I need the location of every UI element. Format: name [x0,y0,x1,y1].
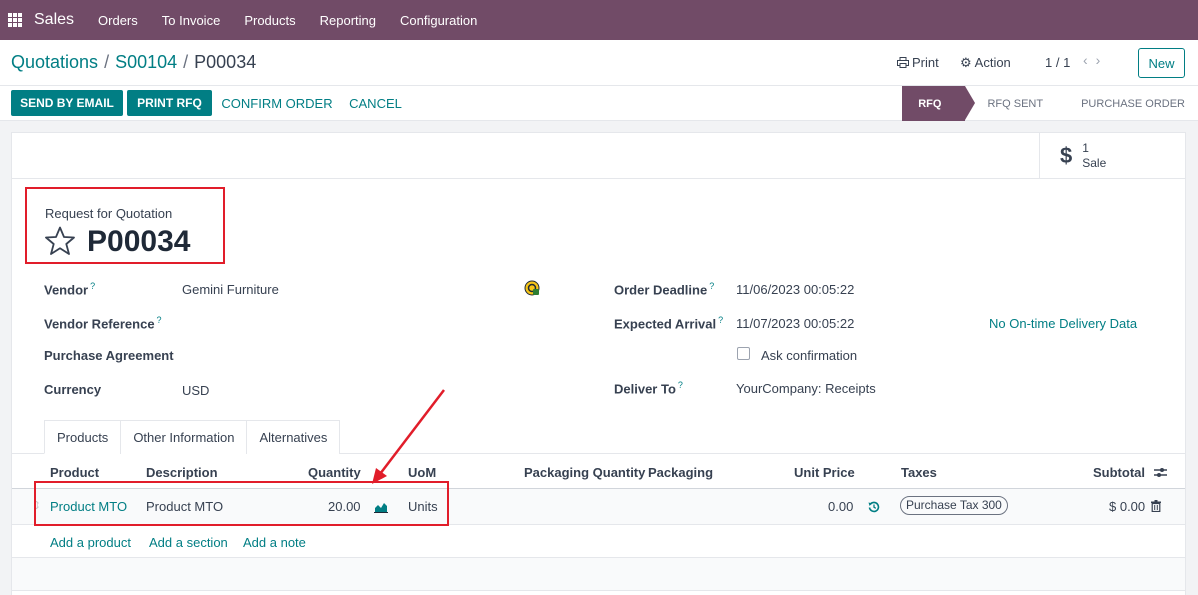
menu-reporting[interactable]: Reporting [320,13,376,28]
sale-label: Sale [1082,156,1107,170]
tab-other-information[interactable]: Other Information [120,420,248,454]
document-type-label: Request for Quotation [45,206,173,221]
apps-grid-icon[interactable] [8,13,22,27]
help-icon[interactable]: ? [90,281,95,291]
on-time-delivery-link[interactable]: No On-time Delivery Data [989,316,1137,331]
stage-purchase-order[interactable]: PURCHASE ORDER [1061,86,1198,121]
order-deadline-label: Order Deadline? [614,281,715,298]
action-label: Action [974,55,1011,70]
print-label: Print [912,55,939,70]
menu-orders[interactable]: Orders [98,13,138,28]
confirm-order-button[interactable]: CONFIRM ORDER [216,90,338,116]
vendor-warning-icon[interactable] [524,280,540,296]
menu-to-invoice[interactable]: To Invoice [162,13,221,28]
help-icon[interactable]: ? [157,315,162,325]
help-icon[interactable]: ? [678,380,683,390]
stage-rfq[interactable]: RFQ [902,86,976,121]
smart-button-box: $ 1 Sale [12,133,1185,179]
dollar-icon: $ [1060,143,1073,168]
column-description[interactable]: Description [146,465,218,480]
column-subtotal[interactable]: Subtotal [1093,465,1145,480]
print-rfq-button[interactable]: PRINT RFQ [127,90,212,116]
add-section-link[interactable]: Add a section [149,535,228,550]
chevron-right-icon[interactable]: › [1096,52,1109,68]
pager-arrows: ‹› [1083,52,1108,68]
column-product[interactable]: Product [50,465,99,480]
status-bar: SEND BY EMAIL PRINT RFQ CONFIRM ORDER CA… [0,86,1198,121]
breadcrumb-quotations[interactable]: Quotations [11,52,98,72]
row-subtotal: $ 0.00 [1109,499,1146,514]
expected-arrival-label: Expected Arrival? [614,315,724,332]
printer-icon [897,57,909,68]
row-highlight-box [34,481,449,526]
column-packaging-quantity[interactable]: Packaging Quantity [524,465,645,480]
trash-icon[interactable] [1151,500,1161,512]
currency-field[interactable]: USD [182,383,209,398]
tax-tag[interactable]: Purchase Tax 300 [900,496,1008,515]
send-by-email-button[interactable]: SEND BY EMAIL [11,90,123,116]
column-settings-icon[interactable] [1154,466,1167,479]
action-button[interactable]: ⚙ Action [960,55,1011,71]
breadcrumb-current: P00034 [194,52,257,72]
expected-arrival-field[interactable]: 11/07/2023 00:05:22 [736,316,854,331]
chevron-left-icon[interactable]: ‹ [1083,52,1096,68]
form-sheet: $ 1 Sale Request for Quotation P00034 Ve… [11,132,1186,595]
deliver-to-label: Deliver To? [614,380,683,397]
stage-bar: RFQ RFQ SENT PURCHASE ORDER [902,86,1198,121]
app-brand[interactable]: Sales [34,11,74,29]
print-button[interactable]: Print [897,55,939,70]
column-uom[interactable]: UoM [408,465,436,480]
document-name: P00034 [87,225,191,258]
notebook-tabs: Products Other Information Alternatives [44,420,341,454]
vendor-reference-label: Vendor Reference? [44,315,162,332]
column-taxes[interactable]: Taxes [901,465,937,480]
vendor-field[interactable]: Gemini Furniture [182,282,279,297]
gear-icon: ⚙ [960,55,972,70]
breadcrumb: Quotations / S00104/P00034 [11,52,257,72]
deliver-to-field[interactable]: YourCompany: Receipts [736,381,876,396]
pager-value[interactable]: 1 / 1 [1045,55,1070,70]
sale-smart-button[interactable]: $ 1 Sale [1039,133,1185,179]
ask-confirmation-label[interactable]: Ask confirmation [761,348,857,363]
breadcrumb-sale-order[interactable]: S00104 [115,52,177,72]
top-navbar: Sales Orders To Invoice Products Reporti… [0,0,1198,40]
currency-label: Currency [44,382,102,397]
stage-rfq-sent[interactable]: RFQ SENT [965,86,1061,121]
history-icon[interactable] [868,501,880,513]
help-icon[interactable]: ? [709,281,714,291]
ask-confirmation-checkbox[interactable] [737,347,750,360]
add-product-link[interactable]: Add a product [50,535,131,550]
title-highlight-box: Request for Quotation P00034 [25,187,225,264]
table-footer [12,558,1185,591]
vendor-label: Vendor? [44,281,96,298]
column-unit-price[interactable]: Unit Price [794,465,855,480]
add-note-link[interactable]: Add a note [243,535,306,550]
tab-alternatives[interactable]: Alternatives [246,420,341,454]
star-icon[interactable] [44,225,76,257]
help-icon[interactable]: ? [718,315,723,325]
order-deadline-field[interactable]: 11/06/2023 00:05:22 [736,282,854,297]
menu-configuration[interactable]: Configuration [400,13,477,28]
new-button[interactable]: New [1138,48,1185,78]
control-panel: Quotations / S00104/P00034 Print ⚙ Action 1… [0,40,1198,86]
row-unit-price[interactable]: 0.00 [828,499,853,514]
sale-count: 1 [1082,141,1089,155]
column-packaging[interactable]: Packaging [648,465,713,480]
cancel-button[interactable]: CANCEL [344,90,407,116]
tab-products[interactable]: Products [44,420,122,454]
menu-products[interactable]: Products [244,13,295,28]
purchase-agreement-label: Purchase Agreement [44,348,174,363]
column-quantity[interactable]: Quantity [308,465,361,480]
